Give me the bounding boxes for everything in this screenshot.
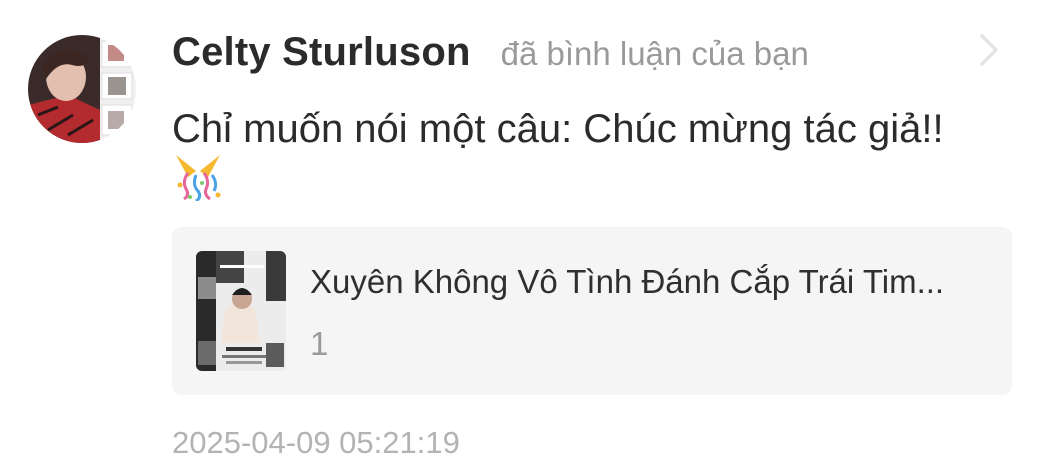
story-title: Xuyên Không Vô Tình Đánh Cắp Trái Tim... [310, 263, 945, 300]
username[interactable]: Celty Sturluson [172, 30, 471, 75]
chevron-right-icon[interactable] [976, 32, 1004, 68]
timestamp: 2025-04-09 05:21:19 [172, 425, 460, 460]
user-avatar[interactable] [28, 35, 136, 143]
notification-header: Celty Sturluson đã bình luận của bạn [172, 30, 809, 78]
action-text: đã bình luận của bạn [500, 35, 809, 72]
story-chapter: 1 [310, 325, 329, 362]
confetti-emoji-icon [174, 151, 222, 203]
story-card[interactable]: Xuyên Không Vô Tình Đánh Cắp Trái Tim...… [172, 227, 1012, 395]
comment-notification[interactable]: Celty Sturluson đã bình luận của bạn Chỉ… [0, 0, 1060, 460]
avatar-image [28, 35, 136, 143]
story-cover-image [196, 251, 286, 371]
comment-text: Chỉ muốn nói một câu: Chúc mừng tác giả!… [172, 107, 944, 151]
